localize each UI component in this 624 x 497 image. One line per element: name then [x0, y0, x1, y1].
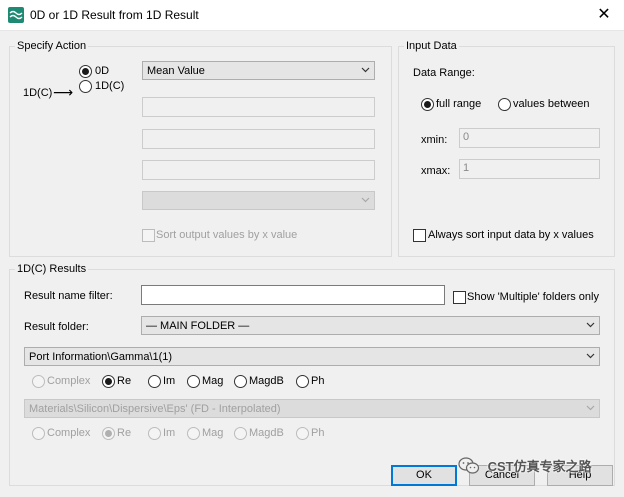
operation-dropdown[interactable]: Mean Value [142, 61, 375, 80]
radio-values-between[interactable] [498, 98, 511, 111]
source-type-label: 1D(C) [23, 87, 53, 99]
radio-re-1[interactable] [102, 375, 115, 388]
specify-action-group: Specify Action 1D(C) ⟶ 0D 1D(C) Mean Val… [9, 40, 392, 257]
show-multiple-label: Show 'Multiple' folders only [467, 291, 599, 303]
specify-action-legend: Specify Action [15, 40, 89, 52]
result-folder-label: Result folder: [24, 321, 89, 333]
magdb-label-2: MagdB [249, 427, 284, 439]
operation-value: Mean Value [147, 65, 205, 77]
radio-ph-1[interactable] [296, 375, 309, 388]
watermark: CST仿真专家之路 [458, 456, 592, 478]
ph-label-1: Ph [311, 375, 325, 387]
watermark-text: CST仿真专家之路 [487, 459, 592, 474]
chevron-down-icon [586, 405, 595, 411]
filter-label: Result name filter: [24, 290, 113, 302]
radio-magdb-1[interactable] [234, 375, 247, 388]
chevron-down-icon [586, 353, 595, 359]
cst-wave-icon [8, 7, 24, 23]
radio-mag-2[interactable] [187, 427, 200, 440]
data-range-label: Data Range: [413, 67, 475, 79]
radio-1dc[interactable] [79, 80, 92, 93]
im-label-1: Im [163, 375, 176, 387]
radio-0d-label: 0D [95, 65, 110, 77]
result-dropdown[interactable]: Port Information\Gamma\1(1) [24, 347, 600, 366]
param-field-2[interactable] [142, 129, 375, 149]
xmax-label: xmax: [421, 165, 451, 177]
result-folder-dropdown[interactable]: — MAIN FOLDER — [141, 316, 600, 335]
results-legend: 1D(C) Results [15, 263, 89, 275]
full-range-label: full range [436, 98, 482, 110]
arrow-right-icon: ⟶ [53, 84, 74, 100]
radio-1dc-label: 1D(C) [95, 80, 125, 92]
chevron-down-icon [586, 322, 595, 328]
radio-ph-2[interactable] [296, 427, 309, 440]
re-label-2: Re [117, 427, 132, 439]
param-dropdown[interactable] [142, 191, 375, 210]
radio-im-1[interactable] [148, 375, 161, 388]
window-title: 0D or 1D Result from 1D Result [30, 8, 199, 22]
xmin-field[interactable]: 0 [459, 128, 600, 148]
input-data-legend: Input Data [404, 40, 459, 52]
mag-label-1: Mag [202, 375, 224, 387]
wechat-icon [458, 456, 480, 474]
radio-0d[interactable] [79, 65, 92, 78]
mag-label-2: Mag [202, 427, 224, 439]
title-bar: 0D or 1D Result from 1D Result ✕ [0, 0, 624, 31]
complex-label-2: Complex [47, 427, 91, 439]
chevron-down-icon [361, 197, 370, 203]
ph-label-2: Ph [311, 427, 325, 439]
radio-im-2[interactable] [148, 427, 161, 440]
result-folder-value: — MAIN FOLDER — [146, 320, 250, 332]
values-between-label: values between [513, 98, 590, 110]
complex-label-1: Complex [47, 375, 91, 387]
show-multiple-checkbox[interactable] [453, 291, 466, 304]
input-data-group: Input Data Data Range: full range values… [398, 40, 615, 257]
param-field-1[interactable] [142, 97, 375, 117]
always-sort-checkbox[interactable] [413, 229, 426, 242]
dialog-body: Specify Action 1D(C) ⟶ 0D 1D(C) Mean Val… [0, 31, 624, 497]
radio-full-range[interactable] [421, 98, 434, 111]
result-name-filter-input[interactable] [141, 285, 445, 305]
sort-output-checkbox[interactable] [142, 229, 155, 242]
sort-output-label: Sort output values by x value [156, 229, 298, 241]
chevron-down-icon [361, 67, 370, 73]
ok-button[interactable]: OK [391, 465, 457, 486]
re-label-1: Re [117, 375, 132, 387]
radio-magdb-2[interactable] [234, 427, 247, 440]
material-dropdown[interactable]: Materials\Silicon\Dispersive\Eps' (FD - … [24, 399, 600, 418]
param-field-3[interactable] [142, 160, 375, 180]
xmin-label: xmin: [421, 134, 448, 146]
material-value: Materials\Silicon\Dispersive\Eps' (FD - … [29, 403, 281, 415]
im-label-2: Im [163, 427, 176, 439]
radio-re-2[interactable] [102, 427, 115, 440]
always-sort-label: Always sort input data by x values [428, 229, 594, 241]
radio-complex-1[interactable] [32, 375, 45, 388]
xmax-field[interactable]: 1 [459, 159, 600, 179]
result-value: Port Information\Gamma\1(1) [29, 351, 173, 363]
close-icon[interactable]: ✕ [594, 5, 614, 25]
radio-mag-1[interactable] [187, 375, 200, 388]
magdb-label-1: MagdB [249, 375, 284, 387]
radio-complex-2[interactable] [32, 427, 45, 440]
results-group: 1D(C) Results Result name filter: Show '… [9, 263, 615, 486]
